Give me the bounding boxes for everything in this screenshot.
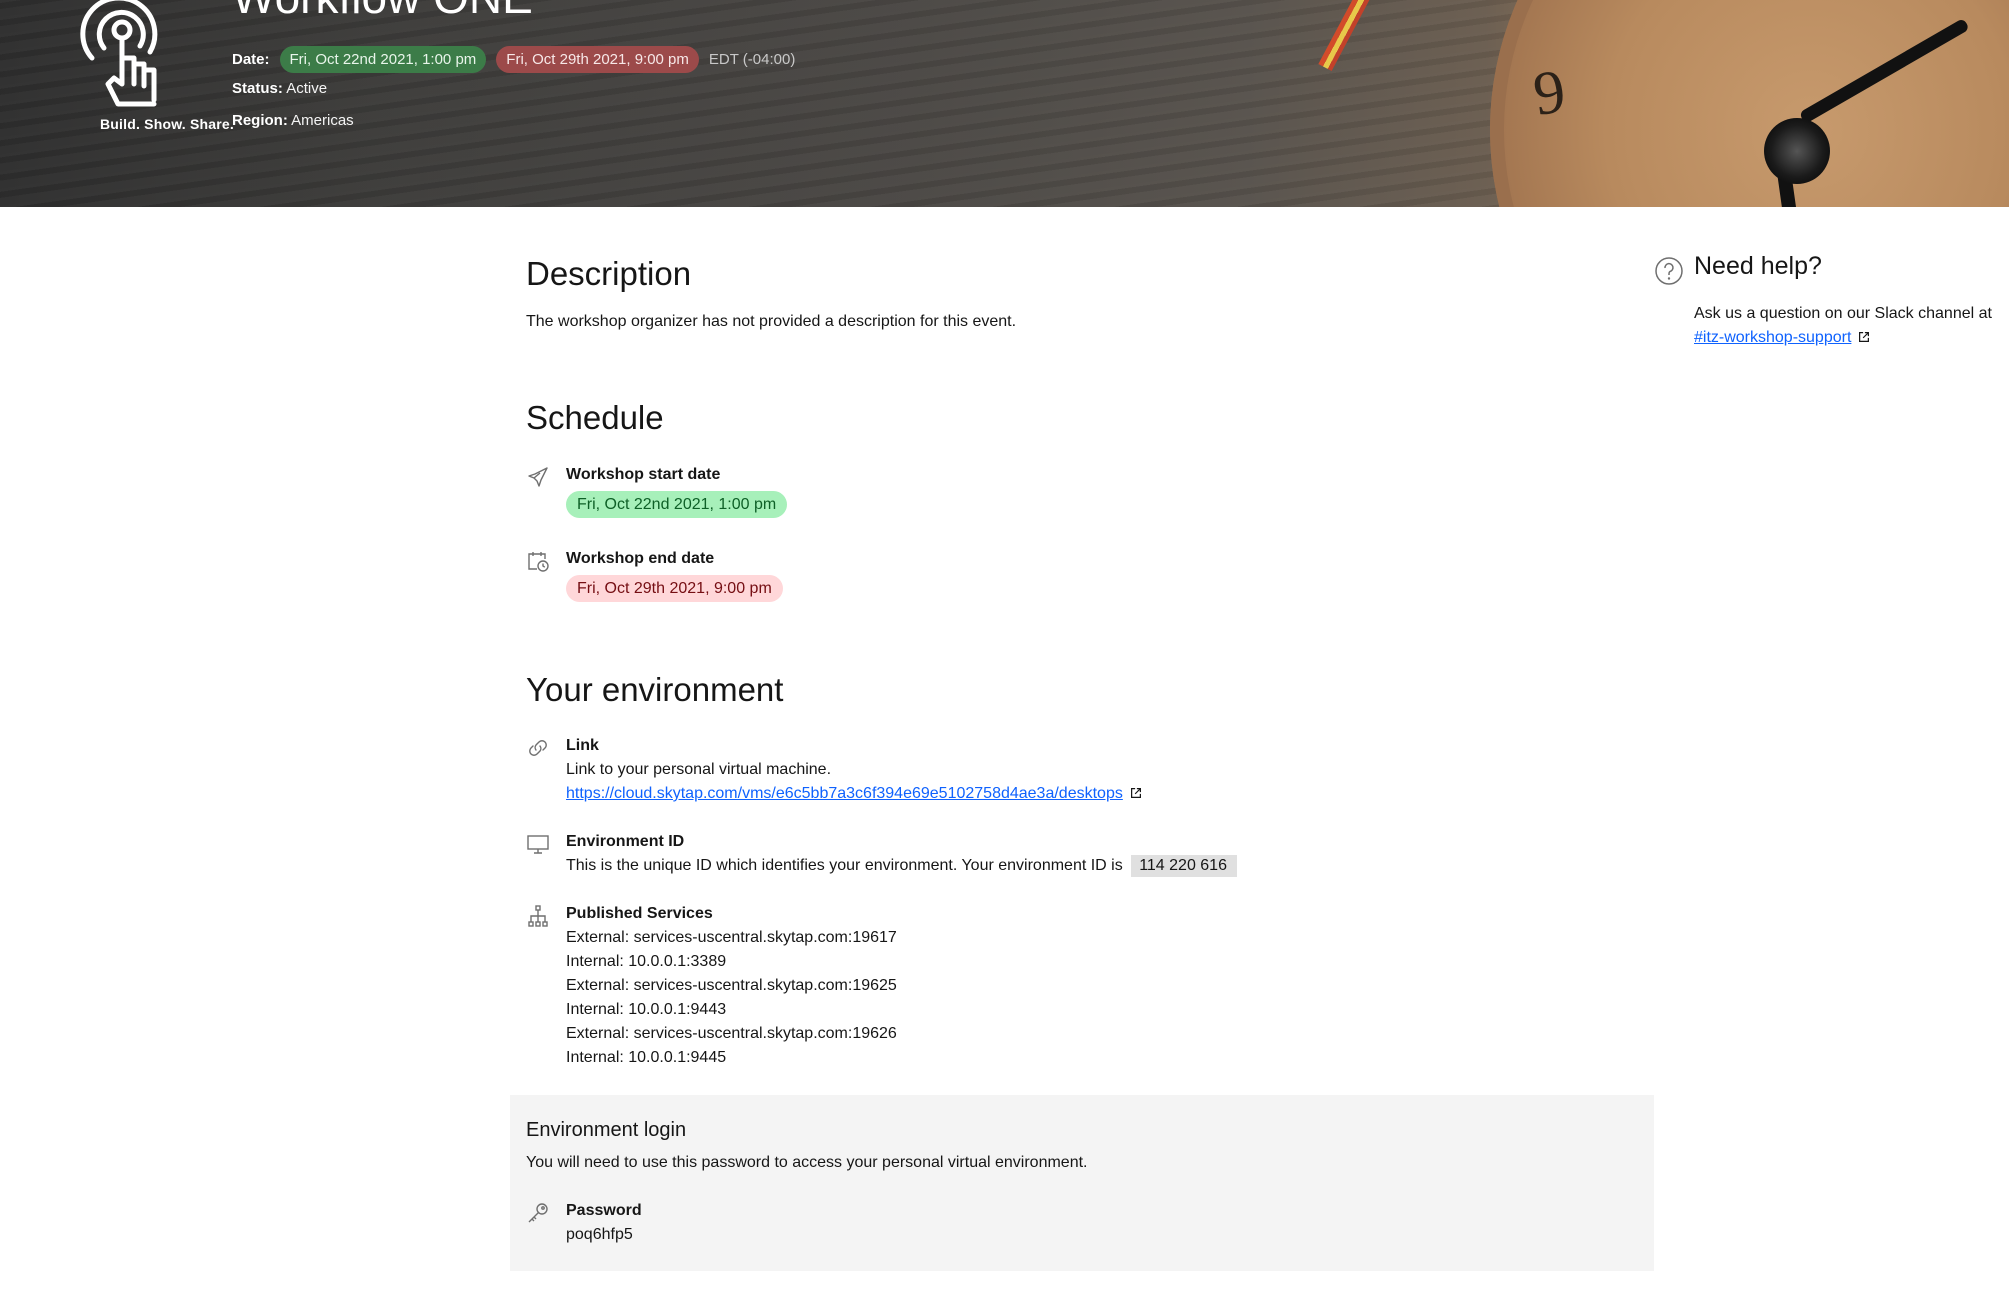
- environment-id-description: This is the unique ID which identifies y…: [566, 857, 1123, 874]
- banner-clock-hub: [1764, 118, 1830, 184]
- external-link-icon[interactable]: [1129, 786, 1143, 800]
- rocket-icon: [528, 467, 548, 487]
- published-services-label: Published Services: [566, 905, 713, 922]
- link-description: Link to your personal virtual machine.: [566, 761, 832, 778]
- event-status-row: Status: Active: [232, 80, 327, 97]
- environment-id-value: 114 220 616: [1131, 855, 1237, 877]
- help-circle-icon: [1655, 257, 1683, 285]
- start-date-tag: Fri, Oct 22nd 2021, 1:00 pm: [279, 46, 487, 73]
- link-label: Link: [566, 737, 599, 754]
- status-value: Active: [286, 80, 328, 97]
- help-title: Need help?: [1694, 252, 1822, 280]
- region-label: Region:: [232, 112, 288, 129]
- description-heading: Description: [526, 255, 692, 292]
- schedule-heading: Schedule: [526, 399, 664, 436]
- password-value: poq6hfp5: [566, 1226, 633, 1243]
- service-entry: Internal: 10.0.0.1:3389: [566, 953, 727, 970]
- environment-login-heading: Environment login: [526, 1119, 687, 1141]
- help-text-block: Ask us a question on our Slack channel a…: [1694, 302, 2009, 350]
- slack-channel-link[interactable]: #itz-workshop-support: [1694, 329, 1851, 346]
- banner-clock-image: [1490, 0, 2009, 207]
- environment-login-panel: Environment login You will need to use t…: [510, 1095, 1654, 1271]
- touch-logo-icon: [80, 0, 158, 107]
- service-entry: Internal: 10.0.0.1:9443: [566, 1001, 727, 1018]
- key-icon: [528, 1203, 548, 1223]
- link-icon: [529, 740, 547, 756]
- end-date-value-tag: Fri, Oct 29th 2021, 9:00 pm: [566, 575, 783, 602]
- environment-id-label: Environment ID: [566, 833, 685, 850]
- end-date-tag: Fri, Oct 29th 2021, 9:00 pm: [496, 46, 699, 73]
- start-date-label: Workshop start date: [566, 466, 721, 483]
- description-text: The workshop organizer has not provided …: [526, 313, 1017, 330]
- region-value: Americas: [291, 112, 354, 129]
- service-entry: Internal: 10.0.0.1:9445: [566, 1049, 727, 1066]
- status-label: Status:: [232, 80, 283, 97]
- event-date-row: Date: Fri, Oct 22nd 2021, 1:00 pm Fri, O…: [232, 46, 795, 73]
- header-banner: 9 Build. Show. Share. Workflow ONE Date:…: [0, 0, 2009, 207]
- environment-heading: Your environment: [526, 671, 784, 708]
- page-title: Workflow ONE: [232, 0, 533, 24]
- date-label: Date:: [232, 51, 270, 68]
- timezone-label: EDT (-04:00): [708, 51, 796, 68]
- password-label: Password: [566, 1202, 642, 1219]
- event-region-row: Region: Americas: [232, 112, 354, 129]
- monitor-icon: [527, 835, 549, 854]
- service-entry: External: services-uscentral.skytap.com:…: [566, 929, 897, 946]
- network-tree-icon: [528, 905, 548, 927]
- external-link-icon[interactable]: [1857, 330, 1871, 344]
- help-text: Ask us a question on our Slack channel a…: [1694, 305, 1992, 322]
- environment-login-text: You will need to use this password to ac…: [526, 1154, 1088, 1171]
- logo-caption: Build. Show. Share.: [100, 116, 234, 132]
- service-entry: External: services-uscentral.skytap.com:…: [566, 1025, 897, 1042]
- service-entry: External: services-uscentral.skytap.com:…: [566, 977, 897, 994]
- end-date-label: Workshop end date: [566, 550, 715, 567]
- vm-link[interactable]: https://cloud.skytap.com/vms/e6c5bb7a3c6…: [566, 785, 1123, 802]
- site-logo[interactable]: Build. Show. Share.: [44, 0, 234, 140]
- calendar-clock-icon: [528, 552, 549, 572]
- start-date-value-tag: Fri, Oct 22nd 2021, 1:00 pm: [566, 491, 788, 518]
